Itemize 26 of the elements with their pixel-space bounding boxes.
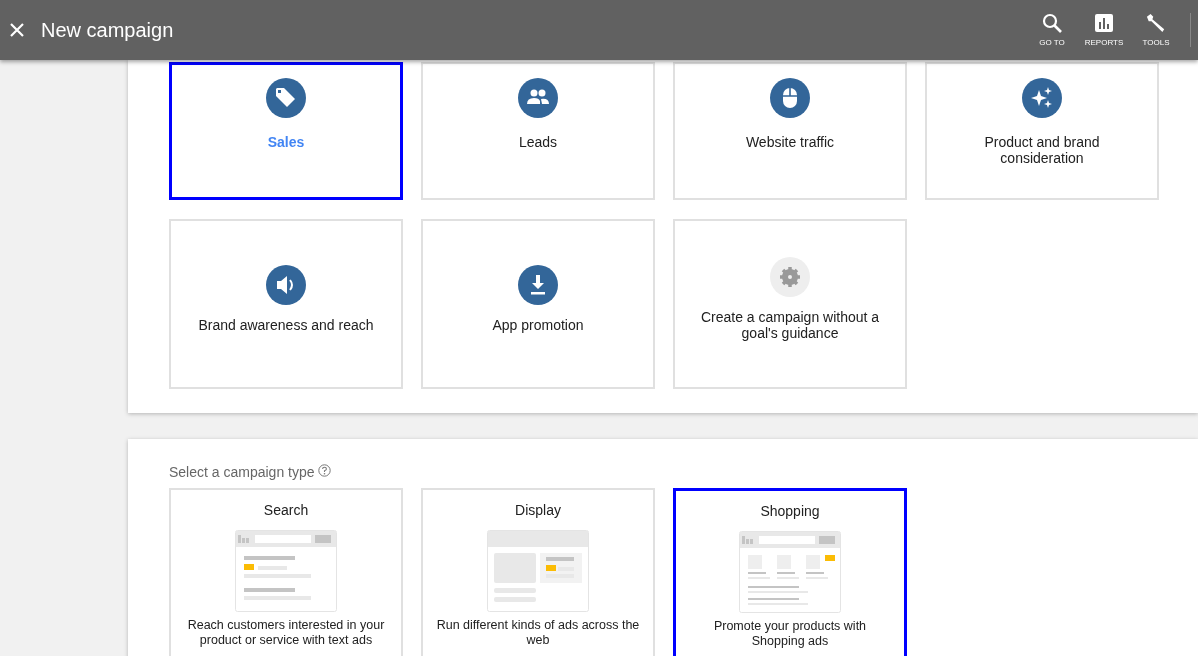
section-label: Select a campaign type xyxy=(169,464,315,480)
goal-card[interactable]: Leads xyxy=(421,62,655,200)
help-icon[interactable] xyxy=(317,464,331,477)
goal-card[interactable]: Brand awareness and reach xyxy=(169,219,403,389)
campaign-type-card[interactable]: Shopping Promote your products with Shopping ads xyxy=(673,488,907,656)
tag-icon xyxy=(266,78,306,118)
goal-card[interactable]: Create a campaign without a goal's guidance xyxy=(673,219,907,389)
download-icon xyxy=(518,265,558,305)
campaign-type-card[interactable]: Display Run different kinds of ads across the web xyxy=(421,488,655,656)
search-icon xyxy=(1042,13,1062,33)
goal-card[interactable]: Sales xyxy=(169,62,403,200)
campaign-type-card[interactable]: Search Reach customers interested in your product or service with text ads xyxy=(169,488,403,656)
gear-icon xyxy=(770,257,810,297)
mouse-icon xyxy=(770,78,810,118)
search-button[interactable]: GO TO xyxy=(1026,13,1078,47)
goal-card[interactable]: App promotion xyxy=(421,219,655,389)
goal-card[interactable]: Website traffic xyxy=(673,62,907,200)
reports-button[interactable]: REPORTS xyxy=(1078,13,1130,47)
bar-chart-icon xyxy=(1094,13,1114,33)
speaker-icon xyxy=(266,265,306,305)
tools-button[interactable]: TOOLS xyxy=(1130,13,1182,47)
page-title: New campaign xyxy=(41,18,174,42)
people-icon xyxy=(518,78,558,118)
sparkle-icon xyxy=(1022,78,1062,118)
close-icon[interactable] xyxy=(9,22,25,38)
goal-card[interactable]: Product and brand consideration xyxy=(925,62,1159,200)
